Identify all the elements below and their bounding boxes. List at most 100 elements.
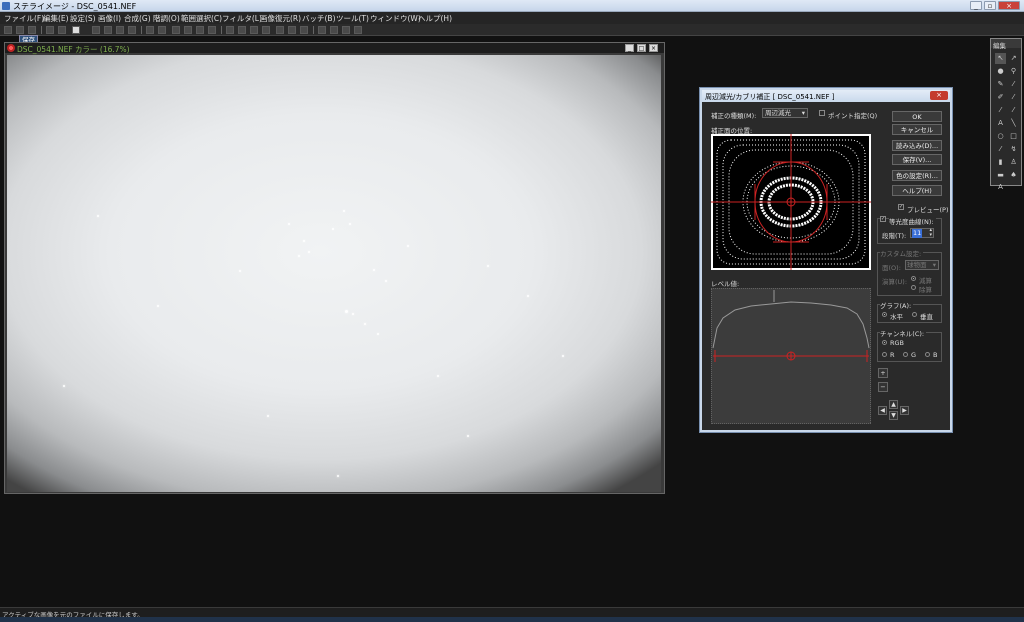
line-icon[interactable]: ╲ — [1008, 118, 1019, 129]
gradient-tool-icon[interactable]: ▬ — [995, 170, 1006, 181]
steps-input[interactable]: 11 ▴ ▾ — [910, 228, 934, 238]
histogram-icon[interactable] — [276, 26, 284, 34]
move-right-button[interactable]: ▶ — [900, 406, 909, 415]
stamp-icon[interactable]: ● — [995, 66, 1006, 77]
batch-icon[interactable] — [318, 26, 326, 34]
subtract-radio[interactable] — [911, 276, 916, 281]
help-button[interactable]: ヘルプ(H) — [892, 185, 942, 196]
new-icon[interactable] — [4, 26, 12, 34]
color-settings-button[interactable]: 色の設定(R)... — [892, 170, 942, 181]
spray-icon[interactable]: ↯ — [1008, 144, 1019, 155]
composite-icon[interactable] — [226, 26, 234, 34]
text-icon[interactable]: A — [995, 118, 1006, 129]
fit-icon[interactable] — [116, 26, 124, 34]
minimize-button[interactable]: _ — [970, 1, 982, 10]
rectangle-icon[interactable]: □ — [1008, 131, 1019, 142]
divide-radio[interactable] — [911, 285, 916, 290]
menu-settings[interactable]: 設定(S) — [70, 13, 96, 24]
tube-icon[interactable]: ▮ — [995, 157, 1006, 168]
ok-button[interactable]: OK — [892, 111, 942, 122]
image-minimize-button[interactable]: _ — [625, 44, 634, 52]
flip-icon[interactable] — [184, 26, 192, 34]
shape-icon[interactable]: ♠ — [1008, 170, 1019, 181]
brush-icon[interactable]: ⁄ — [995, 105, 1006, 116]
rotate-icon[interactable] — [172, 26, 180, 34]
dark-icon[interactable] — [262, 26, 270, 34]
point-checkbox[interactable] — [819, 110, 825, 116]
script-icon[interactable] — [330, 26, 338, 34]
surface-preview[interactable] — [711, 134, 871, 270]
menu-tools[interactable]: ツール(T) — [336, 13, 369, 24]
menu-batch[interactable]: バッチ(B) — [302, 13, 336, 24]
curve-icon[interactable] — [158, 26, 166, 34]
zoom-in-icon[interactable] — [92, 26, 100, 34]
crop-icon[interactable] — [196, 26, 204, 34]
menu-window[interactable]: ウィンドウ(W) — [370, 13, 421, 24]
window-icon[interactable] — [342, 26, 350, 34]
menu-selection[interactable]: 範囲選択(C) — [181, 13, 222, 24]
close-button[interactable]: × — [998, 1, 1020, 10]
toolbar-separator — [41, 26, 42, 34]
text-box-icon[interactable]: A — [995, 182, 1006, 193]
pen-icon[interactable]: ✎ — [995, 79, 1006, 90]
spin-down-icon[interactable]: ▾ — [929, 233, 932, 238]
load-button[interactable]: 読み込み(D)... — [892, 140, 942, 151]
align-icon[interactable] — [238, 26, 246, 34]
save-icon[interactable] — [28, 26, 36, 34]
info-icon[interactable] — [72, 26, 80, 34]
save-settings-button[interactable]: 保存(V)... — [892, 154, 942, 165]
b-radio[interactable] — [925, 352, 930, 357]
undo-icon[interactable] — [46, 26, 54, 34]
pencil-icon[interactable]: ⁄ — [995, 144, 1006, 155]
cancel-button[interactable]: キャンセル — [892, 124, 942, 135]
tile-icon[interactable] — [354, 26, 362, 34]
smudge-icon[interactable]: ⁄ — [1008, 105, 1019, 116]
eraser-icon[interactable]: ⁄ — [1008, 92, 1019, 103]
level-icon[interactable] — [146, 26, 154, 34]
fill-bucket-icon[interactable]: ♙ — [1008, 157, 1019, 168]
correction-type-select[interactable]: 周辺減光 ▾ — [762, 108, 808, 118]
move-down-button[interactable]: ▼ — [889, 411, 898, 420]
contour-checkbox[interactable]: ✓ — [880, 216, 886, 222]
dialog-close-button[interactable]: × — [930, 91, 948, 100]
horizontal-radio[interactable] — [882, 312, 887, 317]
r-radio[interactable] — [882, 352, 887, 357]
graph-group-title: グラフ(A): — [880, 300, 914, 310]
g-radio[interactable] — [903, 352, 908, 357]
menu-edit[interactable]: 編集(E) — [43, 13, 69, 24]
move-left-button[interactable]: ◀ — [878, 406, 887, 415]
resize-icon[interactable] — [208, 26, 216, 34]
dropper-icon[interactable]: ⁄ — [1008, 79, 1019, 90]
move-up-button[interactable]: ▲ — [889, 400, 898, 409]
level-graph[interactable] — [711, 288, 871, 424]
menu-tone[interactable]: 階調(O) — [153, 13, 180, 24]
zoom-out-icon[interactable] — [104, 26, 112, 34]
menu-image[interactable]: 画像(I) — [98, 13, 121, 24]
star-field-image[interactable] — [7, 55, 661, 492]
open-icon[interactable] — [16, 26, 24, 34]
image-maximize-button[interactable]: □ — [637, 44, 646, 52]
maximize-button[interactable]: ▫ — [984, 1, 996, 10]
zoom-icon[interactable]: ⚲ — [1008, 66, 1019, 77]
object-select[interactable]: 球物面 ▾ — [905, 260, 939, 270]
vertical-radio[interactable] — [912, 312, 917, 317]
preview-checkbox[interactable]: ✓ — [898, 204, 904, 210]
zoom-out-button[interactable]: − — [878, 382, 888, 392]
edit-icon[interactable]: ✐ — [995, 92, 1006, 103]
menu-filter[interactable]: フィルタ(L) — [222, 13, 262, 24]
color-icon[interactable] — [288, 26, 296, 34]
select-arrow-icon[interactable]: ↖ — [995, 53, 1006, 64]
menu-composite[interactable]: 合成(G) — [124, 13, 151, 24]
zoom-in-button[interactable]: + — [878, 368, 888, 378]
menu-file[interactable]: ファイル(F) — [4, 13, 44, 24]
image-close-button[interactable]: × — [649, 44, 658, 52]
menu-help[interactable]: ヘルプ(H) — [418, 13, 452, 24]
ellipse-icon[interactable]: ○ — [995, 131, 1006, 142]
redo-icon[interactable] — [58, 26, 66, 34]
hand-icon[interactable] — [128, 26, 136, 34]
rgb-radio[interactable] — [882, 340, 887, 345]
lasso-icon[interactable]: ↗ — [1008, 53, 1019, 64]
gradient-icon[interactable] — [300, 26, 308, 34]
menu-restore[interactable]: 画像復元(R) — [260, 13, 301, 24]
flat-icon[interactable] — [250, 26, 258, 34]
